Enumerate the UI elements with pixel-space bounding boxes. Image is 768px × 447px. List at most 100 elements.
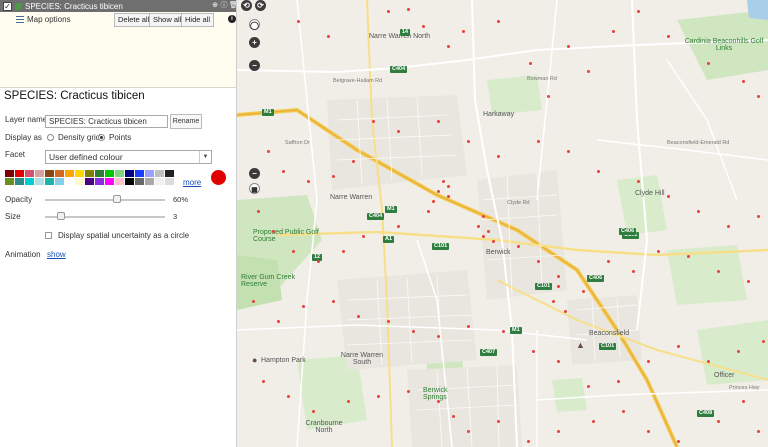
size-slider-handle[interactable] xyxy=(57,212,65,220)
occurrence-point[interactable] xyxy=(427,210,430,213)
occurrence-point[interactable] xyxy=(317,260,320,263)
layer-row-name[interactable]: SPECIES: Cracticus tibicen xyxy=(25,2,210,11)
occurrence-point[interactable] xyxy=(667,195,670,198)
color-swatch[interactable] xyxy=(5,178,14,185)
color-swatch[interactable] xyxy=(5,170,14,177)
color-swatch[interactable] xyxy=(135,170,144,177)
color-swatch[interactable] xyxy=(105,178,114,185)
occurrence-point[interactable] xyxy=(567,150,570,153)
color-swatch[interactable] xyxy=(155,170,164,177)
layer-row[interactable]: ✓ SPECIES: Cracticus tibicen ⊕ ⓘ 🗑 xyxy=(0,0,236,12)
occurrence-point[interactable] xyxy=(292,250,295,253)
info-icon[interactable]: i xyxy=(228,15,236,23)
occurrence-point[interactable] xyxy=(312,410,315,413)
occurrence-point[interactable] xyxy=(362,235,365,238)
occurrence-point[interactable] xyxy=(447,185,450,188)
occurrence-point[interactable] xyxy=(707,360,710,363)
color-swatch[interactable] xyxy=(115,170,124,177)
occurrence-point[interactable] xyxy=(332,300,335,303)
more-colors-link[interactable]: more xyxy=(183,178,201,187)
occurrence-point[interactable] xyxy=(452,415,455,418)
occurrence-point[interactable] xyxy=(257,210,260,213)
occurrence-point[interactable] xyxy=(587,385,590,388)
occurrence-point[interactable] xyxy=(407,390,410,393)
occurrence-point[interactable] xyxy=(282,170,285,173)
occurrence-point[interactable] xyxy=(667,35,670,38)
occurrence-point[interactable] xyxy=(407,8,410,11)
occurrence-point[interactable] xyxy=(582,290,585,293)
occurrence-point[interactable] xyxy=(442,180,445,183)
occurrence-point[interactable] xyxy=(547,95,550,98)
occurrence-point[interactable] xyxy=(307,180,310,183)
show-all-button[interactable]: Show all xyxy=(149,13,186,27)
occurrence-point[interactable] xyxy=(607,260,610,263)
color-swatch[interactable] xyxy=(95,170,104,177)
delete-layer-icon[interactable]: 🗑 xyxy=(229,2,236,10)
occurrence-point[interactable] xyxy=(497,155,500,158)
facet-select[interactable]: User defined colour ▼ xyxy=(45,150,212,164)
occurrence-point[interactable] xyxy=(597,170,600,173)
occurrence-point[interactable] xyxy=(437,190,440,193)
occurrence-point[interactable] xyxy=(332,175,335,178)
layer-name-input[interactable] xyxy=(45,115,168,128)
occurrence-point[interactable] xyxy=(677,345,680,348)
color-swatch[interactable] xyxy=(45,170,54,177)
color-swatch[interactable] xyxy=(165,178,174,185)
occurrence-point[interactable] xyxy=(432,200,435,203)
color-swatch[interactable] xyxy=(45,178,54,185)
occurrence-point[interactable] xyxy=(352,160,355,163)
occurrence-point[interactable] xyxy=(477,225,480,228)
occurrence-point[interactable] xyxy=(557,275,560,278)
occurrence-point[interactable] xyxy=(567,45,570,48)
color-swatch[interactable] xyxy=(75,170,84,177)
color-swatch[interactable] xyxy=(55,178,64,185)
occurrence-point[interactable] xyxy=(612,30,615,33)
zoom-out-icon[interactable]: − xyxy=(249,60,260,71)
occurrence-point[interactable] xyxy=(287,395,290,398)
occurrence-point[interactable] xyxy=(467,140,470,143)
color-swatch[interactable] xyxy=(155,178,164,185)
occurrence-point[interactable] xyxy=(537,260,540,263)
color-swatch[interactable] xyxy=(85,170,94,177)
opacity-slider-handle[interactable] xyxy=(113,195,121,203)
occurrence-point[interactable] xyxy=(357,315,360,318)
occurrence-point[interactable] xyxy=(527,440,530,443)
occurrence-point[interactable] xyxy=(277,320,280,323)
layer-info-icon[interactable]: ⓘ xyxy=(220,2,228,10)
color-swatch[interactable] xyxy=(115,178,124,185)
occurrence-point[interactable] xyxy=(492,240,495,243)
occurrence-point[interactable] xyxy=(437,400,440,403)
occurrence-point[interactable] xyxy=(647,430,650,433)
occurrence-point[interactable] xyxy=(267,150,270,153)
occurrence-point[interactable] xyxy=(517,245,520,248)
occurrence-point[interactable] xyxy=(757,215,760,218)
map-options-item[interactable]: Map options xyxy=(16,15,71,24)
occurrence-point[interactable] xyxy=(262,380,265,383)
occurrence-point[interactable] xyxy=(537,140,540,143)
occurrence-point[interactable] xyxy=(564,310,567,313)
color-swatch[interactable] xyxy=(65,178,74,185)
occurrence-point[interactable] xyxy=(482,235,485,238)
occurrence-point[interactable] xyxy=(502,330,505,333)
occurrence-point[interactable] xyxy=(487,230,490,233)
occurrence-point[interactable] xyxy=(647,360,650,363)
color-swatch[interactable] xyxy=(105,170,114,177)
rotate-right-icon[interactable]: ⟳ xyxy=(255,0,266,11)
occurrence-point[interactable] xyxy=(762,340,765,343)
color-swatch[interactable] xyxy=(65,170,74,177)
occurrence-point[interactable] xyxy=(757,430,760,433)
color-swatch[interactable] xyxy=(85,178,94,185)
occurrence-point[interactable] xyxy=(342,250,345,253)
occurrence-point[interactable] xyxy=(467,430,470,433)
occurrence-point[interactable] xyxy=(272,230,275,233)
color-swatch[interactable] xyxy=(75,178,84,185)
occurrence-point[interactable] xyxy=(437,120,440,123)
occurrence-point[interactable] xyxy=(657,250,660,253)
occurrence-point[interactable] xyxy=(617,380,620,383)
color-swatch[interactable] xyxy=(95,178,104,185)
occurrence-point[interactable] xyxy=(557,430,560,433)
occurrence-point[interactable] xyxy=(297,20,300,23)
color-swatch[interactable] xyxy=(35,178,44,185)
occurrence-point[interactable] xyxy=(252,300,255,303)
occurrence-point[interactable] xyxy=(747,280,750,283)
